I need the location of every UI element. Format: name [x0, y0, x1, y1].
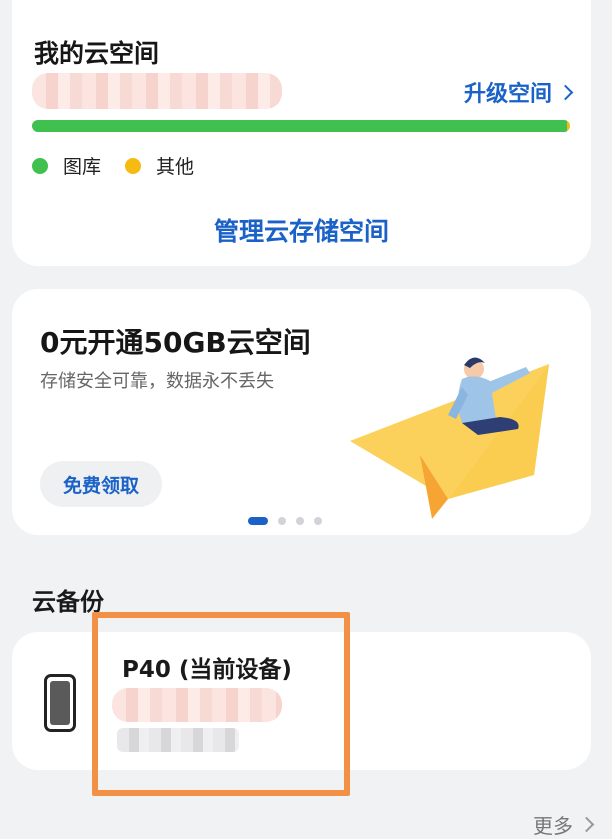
storage-title: 我的云空间: [34, 39, 160, 68]
legend-label-gallery: 图库: [63, 156, 102, 178]
legend-item-gallery: 图库: [32, 152, 101, 179]
more-label: 更多: [533, 814, 573, 838]
promo-subtitle: 存储安全可靠，数据永不丢失: [40, 371, 274, 392]
carousel-dot-1[interactable]: [248, 517, 268, 525]
carousel-dot-4[interactable]: [314, 517, 322, 525]
cloud-backup-heading: 云备份: [32, 588, 104, 616]
backup-info-redacted: [112, 688, 282, 722]
upgrade-label: 升级空间: [463, 82, 552, 107]
other-color-dot: [125, 157, 141, 174]
legend-label-other: 其他: [156, 156, 195, 178]
carousel-dot-2[interactable]: [278, 517, 286, 525]
device-name: P40 (当前设备): [122, 657, 292, 683]
paper-plane-illustration: [350, 357, 549, 519]
legend-item-other: 其他: [125, 152, 194, 179]
chevron-right-icon: [557, 84, 574, 100]
carousel-indicator[interactable]: [248, 517, 322, 525]
carousel-dot-3[interactable]: [296, 517, 304, 525]
storage-usage-bar: [32, 120, 570, 132]
phone-icon: [44, 674, 76, 732]
gallery-color-dot: [32, 157, 48, 174]
chevron-right-icon: [578, 816, 595, 833]
device-backup-card[interactable]: P40 (当前设备): [12, 632, 591, 770]
promo-banner-card[interactable]: 0元开通50GB云空间 存储安全可靠，数据永不丢失 免费领取: [12, 289, 591, 535]
promo-title: 0元开通50GB云空间: [40, 326, 311, 359]
cloud-storage-card: 我的云空间 升级空间 图库 其他 管理云存储空间: [12, 0, 591, 266]
account-info-redacted: [32, 73, 282, 109]
usage-other-segment: [567, 120, 570, 132]
more-link[interactable]: 更多: [533, 810, 595, 839]
upgrade-storage-link[interactable]: 升级空间: [463, 76, 574, 108]
claim-free-button[interactable]: 免费领取: [40, 461, 162, 507]
backup-time-redacted: [117, 728, 239, 752]
manage-storage-button[interactable]: 管理云存储空间: [12, 212, 591, 248]
usage-gallery-segment: [32, 120, 568, 132]
